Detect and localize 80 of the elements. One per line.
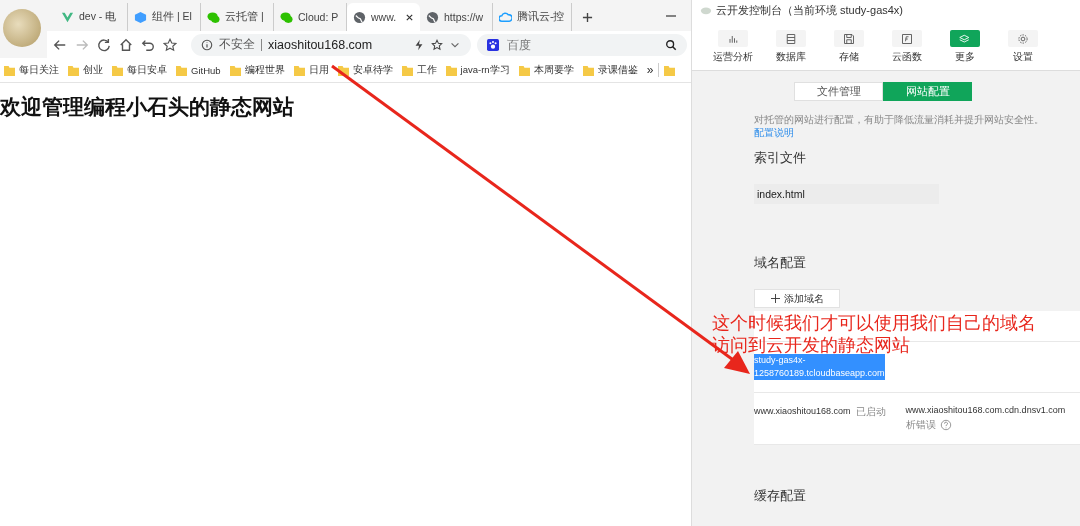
toolbar-button[interactable]: 云函数 xyxy=(878,20,936,70)
chat-bubble-icon xyxy=(280,10,293,24)
section-heading: 缓存配置 xyxy=(754,487,806,505)
globe-icon xyxy=(353,10,366,24)
list-icon xyxy=(785,32,797,45)
new-tab-icon[interactable] xyxy=(581,12,593,23)
function-icon xyxy=(901,32,913,45)
bookmark[interactable]: 创业 xyxy=(68,63,103,77)
index-field[interactable]: index.html xyxy=(754,184,939,204)
segment-tab[interactable]: 文件管理 xyxy=(794,82,883,101)
folder-icon xyxy=(68,64,79,76)
bookmark[interactable]: 录课借鉴 xyxy=(582,63,638,77)
bookmark[interactable]: 每日安卓 xyxy=(112,63,167,77)
section-heading: 域名配置 xyxy=(754,254,806,272)
tab-title: 云托管 | xyxy=(225,10,265,24)
annotation-text: 这个时候我们才可以使用我们自己的域名 xyxy=(712,312,1036,334)
reload-icon[interactable] xyxy=(97,37,111,52)
folder-icon xyxy=(401,64,413,76)
info-icon xyxy=(201,38,213,51)
bookmark[interactable]: 安卓待学 xyxy=(337,63,393,77)
back-icon[interactable] xyxy=(53,37,67,52)
tab-title: 组件 | El xyxy=(152,10,193,24)
folder-icon xyxy=(337,64,349,76)
tab-title: Cloud: P xyxy=(298,11,340,23)
domain-cell: study-gas4x- 1258760189.tcloudbaseapp.com xyxy=(754,354,885,380)
tab-title: 腾讯云-控 xyxy=(517,10,565,24)
folder-icon xyxy=(229,64,241,76)
tab-title: dev - 电 xyxy=(79,10,118,24)
toolbar-button[interactable]: 更多 xyxy=(936,20,994,70)
folder-icon xyxy=(293,64,305,76)
bookmark[interactable]: 工作 xyxy=(401,63,437,77)
bookmark[interactable]: 每日关注 xyxy=(4,63,59,77)
close-icon[interactable] xyxy=(405,12,414,22)
description-text: 对托管的网站进行配置，有助于降低流量消耗并提升网站安全性。 配置说明 xyxy=(754,113,1045,139)
security-label: 不安全 xyxy=(219,36,255,53)
toolbar-button[interactable]: 设置 xyxy=(994,20,1052,70)
chat-bubble-icon xyxy=(207,10,220,24)
search-field[interactable]: 百度 xyxy=(477,33,687,56)
domain-cell: www.xiaoshitou168.com xyxy=(754,405,851,418)
folder-icon xyxy=(518,64,530,76)
v-logo-icon xyxy=(61,10,74,24)
bookmark[interactable]: GitHub xyxy=(176,64,221,76)
section-heading: 索引文件 xyxy=(754,149,806,167)
add-domain-button[interactable]: 添加域名 xyxy=(754,289,840,308)
hexagon-icon xyxy=(134,10,147,24)
search-icon[interactable] xyxy=(665,38,677,51)
star-icon[interactable] xyxy=(431,38,443,51)
toolbar-button[interactable]: 数据库 xyxy=(762,20,820,70)
settings-icon xyxy=(1017,32,1029,45)
cname-cell: www.xiaoshitou168.com.cdn.dnsv1.com xyxy=(905,405,1066,415)
home-icon[interactable] xyxy=(119,37,133,52)
bookmark[interactable]: 日用 xyxy=(293,63,329,77)
layers-icon xyxy=(959,32,971,45)
lightning-icon[interactable] xyxy=(413,38,425,51)
plus-icon xyxy=(770,294,780,303)
status-text: 已启动 xyxy=(855,405,887,419)
bookmark[interactable]: 编程世界 xyxy=(229,63,285,77)
folder-icon xyxy=(4,64,15,76)
folder-icon xyxy=(112,64,123,76)
url-text: xiaoshitou168.com xyxy=(268,37,373,52)
folder-icon xyxy=(445,64,457,76)
globe-icon xyxy=(426,10,439,24)
folder-icon xyxy=(582,64,594,76)
page-heading: 欢迎管理编程小石头的静态网站 xyxy=(0,94,295,120)
toolbar-button[interactable]: 存储 xyxy=(820,20,878,70)
paw-icon xyxy=(487,38,499,51)
toolbar-button[interactable]: 运营分析 xyxy=(704,20,762,70)
tab-title: www. xyxy=(371,11,398,23)
star-icon[interactable] xyxy=(163,37,177,52)
more-bookmarks[interactable]: » xyxy=(646,63,654,77)
error-note: 析错误 xyxy=(905,418,936,432)
browser-tab[interactable]: www. xyxy=(347,3,420,31)
folder-icon xyxy=(176,64,187,76)
bookmark[interactable]: java-rn学习 xyxy=(445,63,510,77)
bookmark[interactable]: 本周要学 xyxy=(518,63,574,77)
window-title: 云开发控制台（当前环境 study-gas4x) xyxy=(716,2,904,18)
search-input[interactable]: 百度 xyxy=(505,36,659,53)
tab-title: https://w xyxy=(444,11,485,23)
address-bar[interactable]: 不安全 xiaoshitou168.com xyxy=(191,33,471,56)
save-icon xyxy=(843,32,855,45)
